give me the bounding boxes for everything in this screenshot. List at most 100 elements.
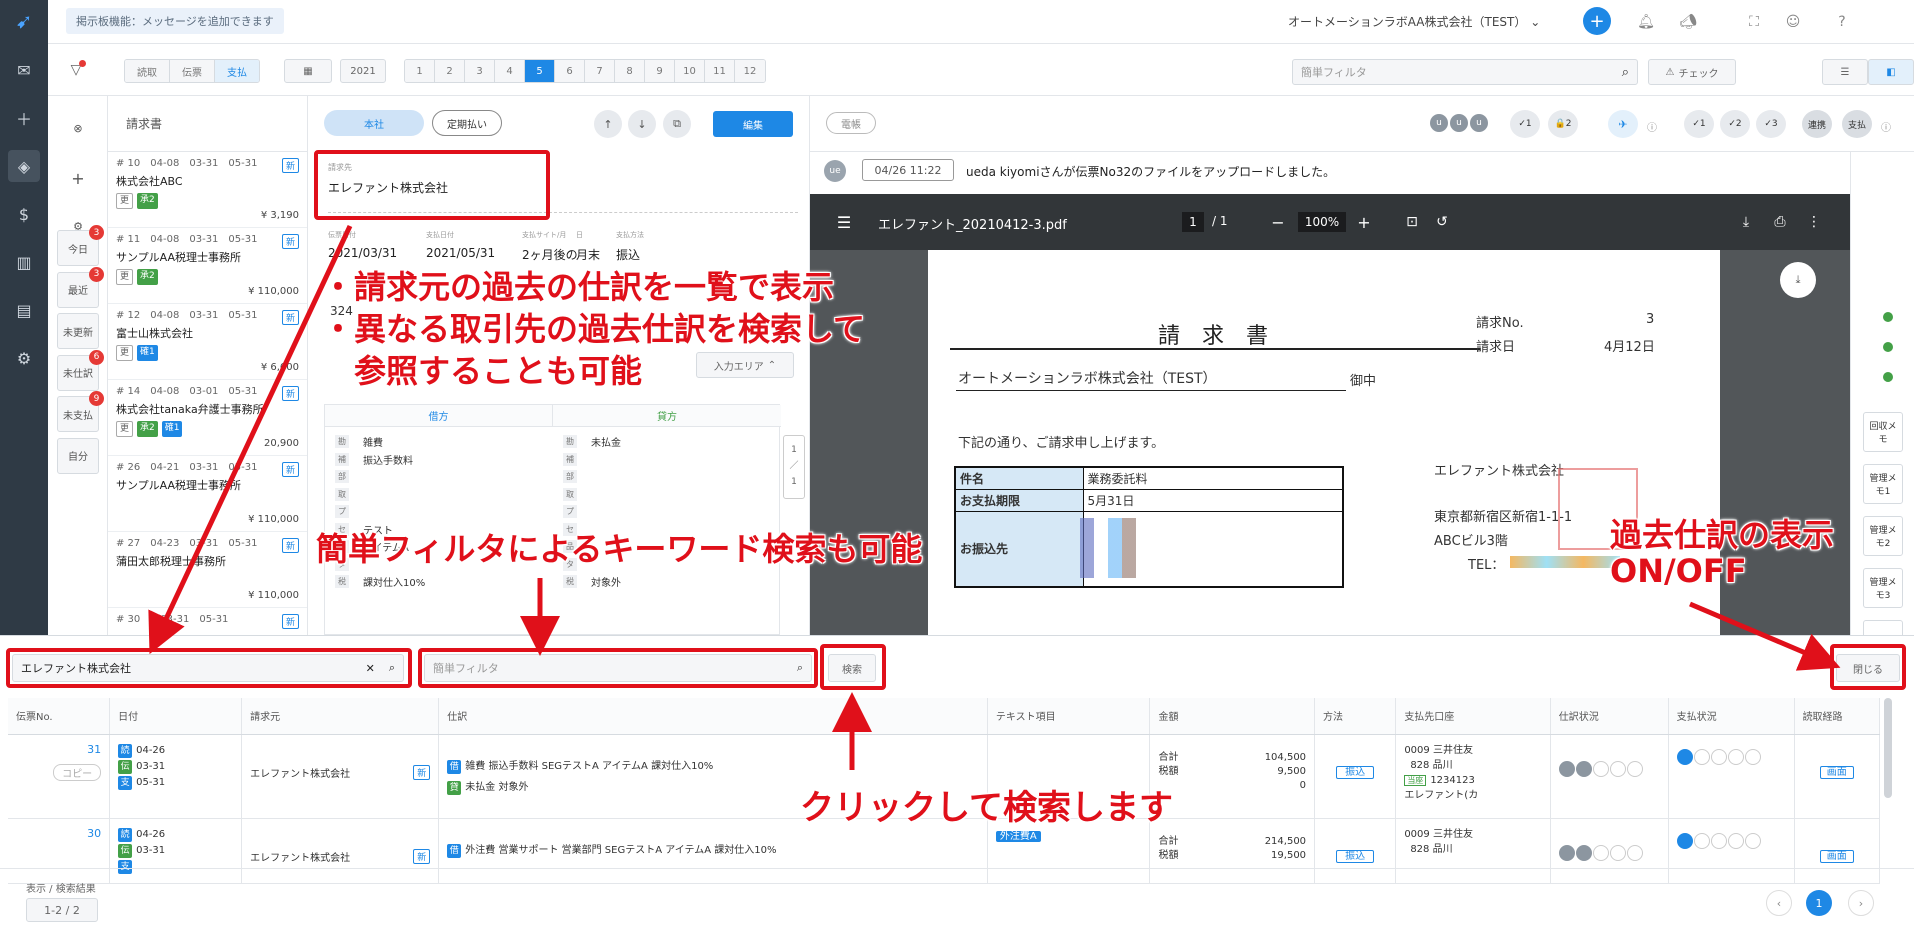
menu-icon[interactable]: ☰ [832,210,856,234]
add-icon[interactable]: + [66,166,90,190]
prev-page-icon[interactable]: ‹ [1766,890,1792,916]
month-tab-8[interactable]: 8 [615,60,645,82]
list-item[interactable]: # 12 04-08 03-31 05-31 新富士山株式会社更確1 ¥ 6,600 [108,304,307,380]
rail-button[interactable]: 管理メモ3 [1863,568,1903,608]
pdf-page-input[interactable]: 1 [1182,212,1204,232]
teiki-button[interactable]: 定期払い [432,110,502,136]
app-logo[interactable]: ➹ [8,6,40,36]
column-header[interactable]: 金額 [1149,698,1316,735]
copy-icon[interactable]: ⧉ [663,110,691,138]
list-item[interactable]: # 10 04-08 03-31 05-31 新株式会社ABC 更承2 ¥ 3,190 [108,152,307,228]
approval-circle[interactable]: ✓1 [1684,110,1714,138]
plus-icon[interactable]: ＋ [8,102,40,134]
bulletin-notice[interactable]: 掲示板機能：メッセージを追加できます [66,8,284,34]
ledger-row[interactable]: 税 対象外 [563,573,773,591]
ledger-row[interactable]: プ [563,503,773,521]
approval-circle[interactable]: ✓2 [1720,110,1750,138]
ledger-row[interactable]: 取 [563,486,773,504]
print-icon[interactable]: ⎙ [1768,210,1792,234]
quick-filter-5[interactable]: 自分 [57,437,99,474]
bell-icon[interactable]: 🔔︎ [1634,10,1658,34]
ledger-row[interactable]: 勘 雑費 [335,433,545,451]
next-page-icon[interactable]: › [1848,890,1874,916]
column-header[interactable]: 請求元 [241,698,440,735]
split-view-button[interactable]: ◧ [1868,59,1914,85]
column-header[interactable]: 伝票No. [8,698,111,735]
list-view-button[interactable]: ☰ [1822,59,1868,85]
info-icon-2[interactable]: ⓘ [1880,120,1892,134]
quick-filter-2[interactable]: 未更新 [57,313,99,349]
user-icon[interactable]: ☺ [1781,10,1805,34]
month-tab-1[interactable]: 1 [405,60,435,82]
shiharai-button[interactable]: 支払 [1842,110,1872,138]
book-icon[interactable]: ▤ [8,294,40,326]
ledger-row[interactable]: プ [335,503,545,521]
ledger-row[interactable]: 部 [335,468,545,486]
column-header[interactable]: 仕訳 [438,698,988,735]
quick-filter-0[interactable]: 今日 3 [57,225,104,266]
page-number[interactable]: 1 [1806,890,1832,916]
renkei-button[interactable]: 連携 [1802,110,1832,138]
zoom-in-icon[interactable]: + [1352,210,1376,234]
layers-icon[interactable]: ◈ [8,150,40,182]
rail-button[interactable]: 管理メモ1 [1863,464,1903,504]
company-selector[interactable]: オートメーションラボAA株式会社（TEST） ⌄ [1288,13,1540,30]
dollar-icon[interactable]: $ [8,198,40,230]
column-header[interactable]: 支払先口座 [1395,698,1551,735]
pdf-download-float[interactable]: ⤓ [1780,262,1816,298]
input-area-button[interactable]: 入力エリア ⌃ [696,352,794,378]
settings-icon[interactable]: ⚙ [8,342,40,374]
pdf-zoom[interactable]: 100% [1298,212,1346,232]
month-tab-4[interactable]: 4 [495,60,525,82]
status-circle[interactable]: ✓1 [1510,110,1540,138]
voucher-link[interactable]: 30 [16,827,101,840]
month-tab-11[interactable]: 11 [705,60,735,82]
ledger-row[interactable]: 部 [563,468,773,486]
filter-icon[interactable]: ▽ [64,58,88,82]
column-header[interactable]: 方法 [1314,698,1397,735]
column-header[interactable]: テキスト項目 [987,698,1151,735]
field-value[interactable]: 月末 [576,246,600,263]
column-header[interactable]: 読取経路 [1794,698,1881,735]
ledger-row[interactable]: 勘 未払金 [563,433,773,451]
quick-filter-1[interactable]: 最近 3 [57,266,104,308]
results-scrollbar[interactable] [1884,698,1892,798]
field-value[interactable]: 振込 [616,246,640,263]
info-icon[interactable]: ⓘ [1646,120,1658,134]
voucher-link[interactable]: 31 [16,743,101,756]
denchou-badge[interactable]: 電帳 [826,112,876,134]
download-icon[interactable]: ⤓ [1734,210,1758,234]
up-arrow-icon[interactable]: ↑ [594,110,622,138]
approval-circle[interactable]: ✓3 [1756,110,1786,138]
add-button[interactable]: + [1583,7,1611,35]
collapse-icon[interactable]: ⌃ [1790,654,1818,682]
status-circle[interactable]: 🔒2 [1548,110,1578,138]
clear-icon[interactable]: ⊗ [66,116,90,140]
rail-button[interactable]: 管理メモ2 [1863,516,1903,556]
copy-button[interactable]: コピー [53,763,102,781]
ledger-pager[interactable]: 1 ／ 1 [783,435,805,499]
month-tab-6[interactable]: 6 [555,60,585,82]
mode-tab-2[interactable]: 支払 [215,60,259,82]
check-button[interactable]: ⚠ チェック [1648,59,1736,85]
calendar-button[interactable]: ▦ [284,59,332,83]
month-tab-5[interactable]: 5 [525,60,555,82]
quick-filter-3[interactable]: 未仕訳 6 [57,349,104,391]
chart-icon[interactable]: ▥ [8,246,40,278]
month-tab-10[interactable]: 10 [675,60,705,82]
field-value[interactable]: 2021/05/31 [426,246,495,260]
field-value[interactable]: 2021/03/31 [328,246,397,260]
help-icon[interactable]: ? [1830,10,1854,34]
list-item[interactable]: # 14 04-08 03-01 05-31 新株式会社tanaka弁護士事務所更承2 確… [108,380,307,456]
month-tab-7[interactable]: 7 [585,60,615,82]
list-item[interactable]: # 11 04-08 03-31 05-31 新サンプルAA税理士事務所更承2 ¥ 110… [108,228,307,304]
ledger-row[interactable]: 税 課対仕入10% [335,573,545,591]
megaphone-icon[interactable]: 📣︎ [1676,10,1700,34]
simple-filter-input[interactable]: 簡単フィルタ ⌕ [1292,59,1638,85]
ledger-row[interactable]: 補 振込手数料 [335,451,545,469]
down-arrow-icon[interactable]: ↓ [628,110,656,138]
more-icon[interactable]: ⋮ [1802,210,1826,234]
fullscreen-icon[interactable]: ⛶ [1742,10,1766,34]
ledger-row[interactable]: 補 [563,451,773,469]
column-header[interactable]: 仕訳状況 [1550,698,1669,735]
